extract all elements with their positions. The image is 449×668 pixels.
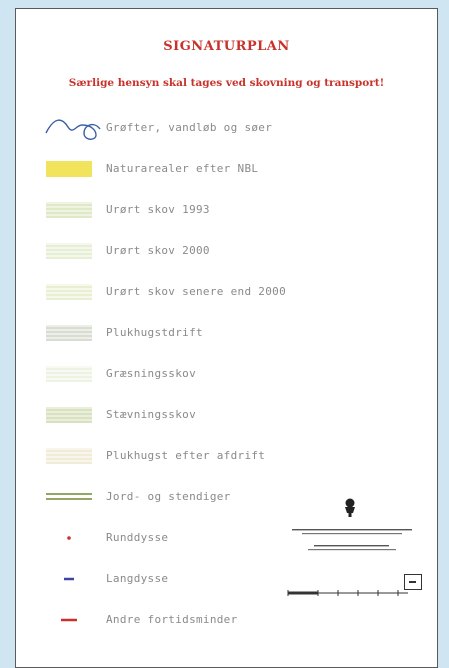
yellow-area-swatch: [44, 156, 94, 182]
legend-label: Langdysse: [106, 572, 169, 585]
legend-label: Urørt skov 2000: [106, 244, 210, 257]
blue-dash-icon: [44, 566, 94, 592]
legend-label: Stævningsskov: [106, 408, 196, 421]
legend-label: Plukhugstdrift: [106, 326, 203, 339]
legend-row-plukhugst-afdrift: Plukhugst efter afdrift: [16, 443, 316, 469]
double-line-icon: [44, 484, 94, 510]
north-arrow-box-icon: [404, 574, 422, 590]
hatched-area-swatch: [44, 402, 94, 428]
hatched-area-swatch: [44, 361, 94, 387]
legend-label: Naturarealer efter NBL: [106, 162, 259, 175]
legend-row-graesningsskov: Græsningsskov: [16, 361, 316, 387]
legend-row-nbl: Naturarealer efter NBL: [16, 156, 316, 182]
red-dot-icon: [44, 525, 94, 551]
legend-row-fortidsminder: Andre fortidsminder: [16, 607, 316, 633]
red-dash-icon: [44, 607, 94, 633]
legend-row-staevningsskov: Stævningsskov: [16, 402, 316, 428]
hatched-area-swatch: [44, 443, 94, 469]
legend-sheet: SIGNATURPLAN Særlige hensyn skal tages v…: [15, 8, 438, 668]
legend-row-runddysse: Runddysse: [16, 525, 316, 551]
legend-label: Runddysse: [106, 531, 169, 544]
legend-label: Urørt skov senere end 2000: [106, 285, 286, 298]
legend-label: Urørt skov 1993: [106, 203, 210, 216]
legend-subtitle: Særlige hensyn skal tages ved skovning o…: [68, 77, 385, 89]
legend-row-plukhugst: Plukhugstdrift: [16, 320, 316, 346]
legend-row-langdysse: Langdysse: [16, 566, 316, 592]
hatched-area-swatch: [44, 197, 94, 223]
legend-label: Jord- og stendiger: [106, 490, 231, 503]
legend-row-urort-1993: Urørt skov 1993: [16, 197, 316, 223]
hatched-area-swatch: [44, 279, 94, 305]
waterway-line-icon: [44, 115, 101, 141]
legend-label: Græsningsskov: [106, 367, 196, 380]
legend-row-urort-later: Urørt skov senere end 2000: [16, 279, 316, 305]
legend-label: Plukhugst efter afdrift: [106, 449, 266, 462]
legend-label: Grøfter, vandløb og søer: [106, 121, 273, 134]
hatched-area-swatch: [44, 238, 94, 264]
legend-row-diger: Jord- og stendiger: [16, 484, 316, 510]
legend-label: Andre fortidsminder: [106, 613, 238, 626]
legend-row-urort-2000: Urørt skov 2000: [16, 238, 316, 264]
legend-title: SIGNATURPLAN: [163, 39, 290, 54]
legend-row-waterways: Grøfter, vandløb og søer: [16, 115, 316, 141]
hatched-area-swatch: [44, 320, 94, 346]
